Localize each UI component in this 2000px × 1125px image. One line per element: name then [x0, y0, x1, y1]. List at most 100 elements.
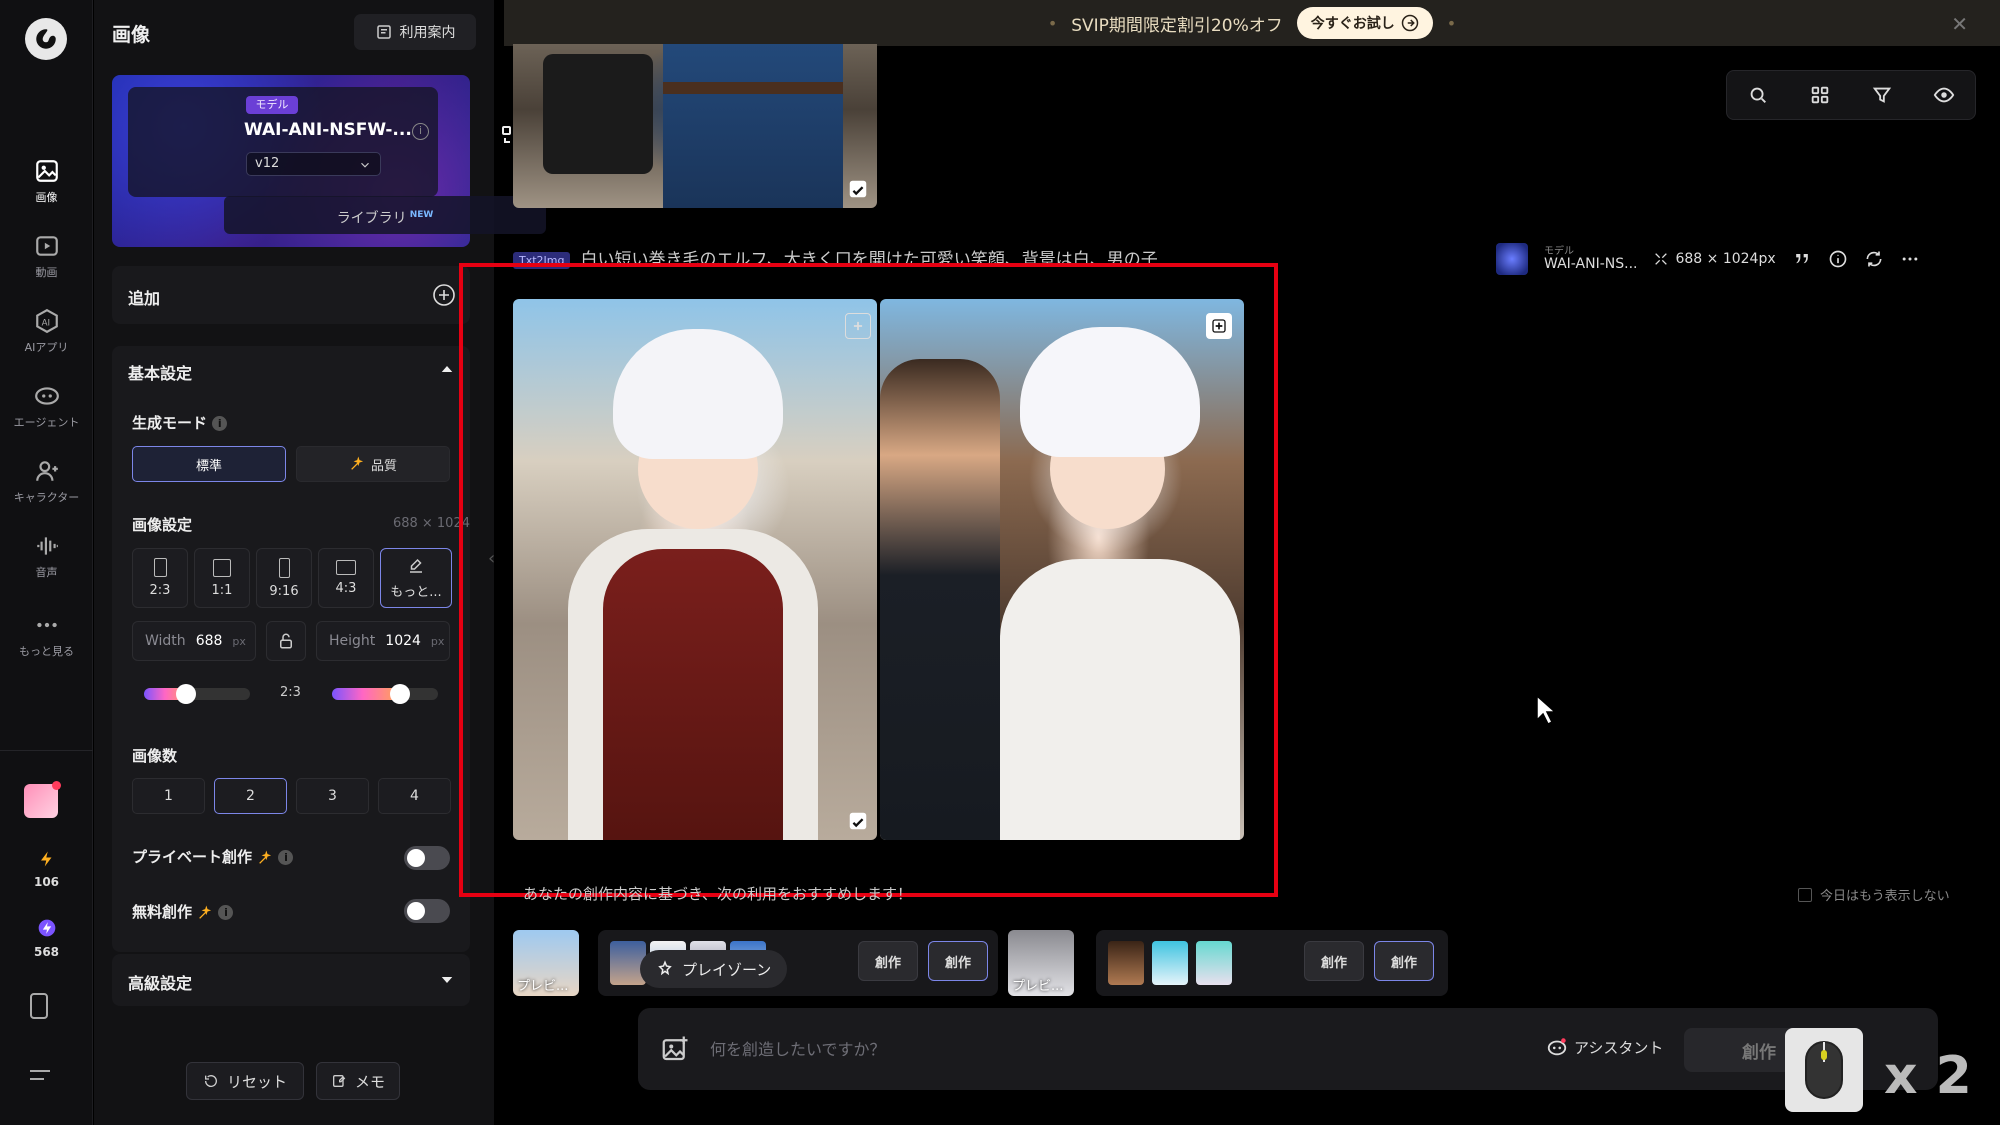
ratio-9-16-button[interactable]: 9:16	[256, 548, 312, 608]
info-icon[interactable]: i	[278, 850, 294, 865]
refresh-icon[interactable]	[1864, 249, 1884, 269]
banner-dot: •	[1446, 13, 1457, 33]
rail-item-ai-app[interactable]: AI AIアプリ	[0, 308, 93, 355]
generated-image-2[interactable]	[880, 299, 1244, 840]
library-label: ライブラリ	[336, 210, 407, 227]
height-slider[interactable]	[332, 688, 438, 700]
advanced-settings-section[interactable]: 高級設定	[112, 954, 470, 1006]
info-circle-icon[interactable]	[1828, 249, 1848, 269]
recommend-card-2: 創作 創作	[1096, 930, 1448, 996]
bolt-count: 568	[33, 945, 60, 959]
bolt-credits[interactable]: 568	[0, 918, 93, 959]
playzone-button[interactable]: プレイゾーン	[640, 950, 788, 988]
assistant-button[interactable]: アシスタント	[1546, 1036, 1663, 1058]
free-create-toggle[interactable]	[404, 899, 450, 923]
recommend-thumb[interactable]	[1196, 941, 1232, 985]
ai-app-icon: AI	[35, 308, 58, 334]
recommend-preview-1[interactable]: プレビ...	[513, 930, 579, 996]
save-icon[interactable]	[845, 808, 871, 834]
rail-item-audio[interactable]: 音声	[0, 533, 93, 580]
free-create-text: 無料創作	[132, 903, 193, 921]
mode-standard-button[interactable]: 標準	[132, 446, 286, 482]
collapse-panel-handle[interactable]: ‹	[488, 548, 502, 576]
preview-caption: プレビ...	[1012, 979, 1064, 994]
count-3-button[interactable]: 3	[296, 778, 369, 814]
model-version-select[interactable]: v12	[246, 152, 381, 176]
dont-show-checkbox[interactable]	[1798, 887, 1812, 902]
gift-icon[interactable]	[24, 781, 61, 818]
ratio-2-3-button[interactable]: 2:3	[132, 548, 188, 608]
memo-button[interactable]: メモ	[316, 1062, 400, 1100]
grid-icon[interactable]	[1809, 84, 1831, 106]
ratio-1-1-button[interactable]: 1:1	[194, 548, 250, 608]
height-field[interactable]: Height 1024 px	[316, 621, 450, 661]
ratio-custom-button[interactable]: もっと...	[380, 548, 452, 608]
search-icon[interactable]	[1747, 84, 1769, 106]
rail-item-character[interactable]: キャラクター	[0, 458, 93, 505]
create-button-small[interactable]: 創作	[858, 941, 918, 981]
private-create-text: プライベート創作	[132, 848, 253, 866]
info-icon[interactable]: i	[412, 123, 429, 140]
eye-icon[interactable]	[1933, 84, 1955, 106]
mode-label: 生成モード i	[132, 412, 228, 433]
menu-icon[interactable]	[30, 1070, 50, 1080]
add-to-canvas-icon[interactable]	[845, 313, 871, 339]
prompt-text[interactable]: 白い短い巻き毛のエルフ、大きく口を開けた可愛い笑顔、背景は白、男の子	[580, 250, 1157, 270]
width-field[interactable]: Width 688 px	[132, 621, 256, 661]
add-to-canvas-icon[interactable]	[1206, 313, 1232, 339]
ratio-4-3-button[interactable]: 4:3	[318, 548, 374, 608]
more-icon[interactable]	[1900, 249, 1920, 269]
lightning-credits[interactable]: 106	[0, 850, 93, 889]
width-value: 688	[195, 633, 223, 649]
reset-button[interactable]: リセット	[186, 1062, 304, 1100]
width-slider-knob[interactable]	[176, 684, 196, 704]
page-title: 画像	[112, 24, 151, 46]
divider	[0, 750, 93, 751]
dont-show-today[interactable]: 今日はもう表示しない	[1798, 885, 1950, 904]
prompt-input[interactable]	[710, 1032, 1410, 1066]
app-logo[interactable]	[25, 18, 67, 60]
guide-button[interactable]: 利用案内	[354, 14, 476, 50]
rail-item-more[interactable]: もっと見る	[0, 612, 93, 659]
playzone-icon	[658, 960, 672, 976]
recommend-preview-2[interactable]: プレビ...	[1008, 930, 1074, 996]
count-4-button[interactable]: 4	[378, 778, 451, 814]
lightning-icon	[40, 851, 51, 867]
rail-item-agent[interactable]: エージェント	[0, 383, 93, 430]
generated-image-1[interactable]	[513, 299, 877, 840]
create-button-small[interactable]: 創作	[1304, 941, 1364, 981]
recommend-thumb[interactable]	[1152, 941, 1188, 985]
mouse-click-overlay	[1785, 1028, 1863, 1112]
create-button-small[interactable]: 創作	[928, 941, 988, 981]
recommend-thumb[interactable]	[1108, 941, 1144, 985]
rail-item-image[interactable]: 画像	[0, 158, 93, 205]
width-unit: px	[232, 634, 246, 648]
filter-icon[interactable]	[1871, 84, 1893, 106]
quote-icon[interactable]	[1792, 249, 1812, 269]
quality-wand-icon	[199, 905, 212, 919]
lightning-count: 106	[33, 875, 60, 889]
info-icon[interactable]: i	[218, 905, 234, 920]
private-create-toggle[interactable]	[404, 846, 450, 870]
image-upload-icon[interactable]	[660, 1034, 690, 1064]
count-1-button[interactable]: 1	[132, 778, 205, 814]
width-slider[interactable]	[144, 688, 250, 700]
aspect-lock-button[interactable]	[266, 621, 306, 661]
save-icon[interactable]	[845, 176, 871, 202]
rail-item-video[interactable]: 動画	[0, 233, 93, 280]
mode-quality-button[interactable]: 品質	[296, 446, 450, 482]
count-2-button[interactable]: 2	[214, 778, 287, 814]
plus-circle-icon[interactable]	[432, 283, 456, 307]
chevron-up-icon[interactable]	[438, 360, 456, 378]
banner-close-icon[interactable]: ✕	[1951, 12, 1968, 36]
info-icon[interactable]: i	[212, 416, 228, 431]
model-name: WAI-ANI-NSFW-...	[244, 120, 412, 140]
meta-model: モデル WAI-ANI-NS...	[1544, 246, 1637, 272]
library-button[interactable]: ライブラリ NEW	[224, 196, 546, 234]
try-now-button[interactable]: 今すぐお試し	[1296, 7, 1433, 39]
add-section[interactable]: 追加	[112, 266, 470, 324]
create-button-small[interactable]: 創作	[1374, 941, 1434, 981]
previous-generated-image[interactable]	[513, 44, 877, 208]
mobile-icon[interactable]	[30, 993, 48, 1019]
height-slider-knob[interactable]	[390, 684, 410, 704]
